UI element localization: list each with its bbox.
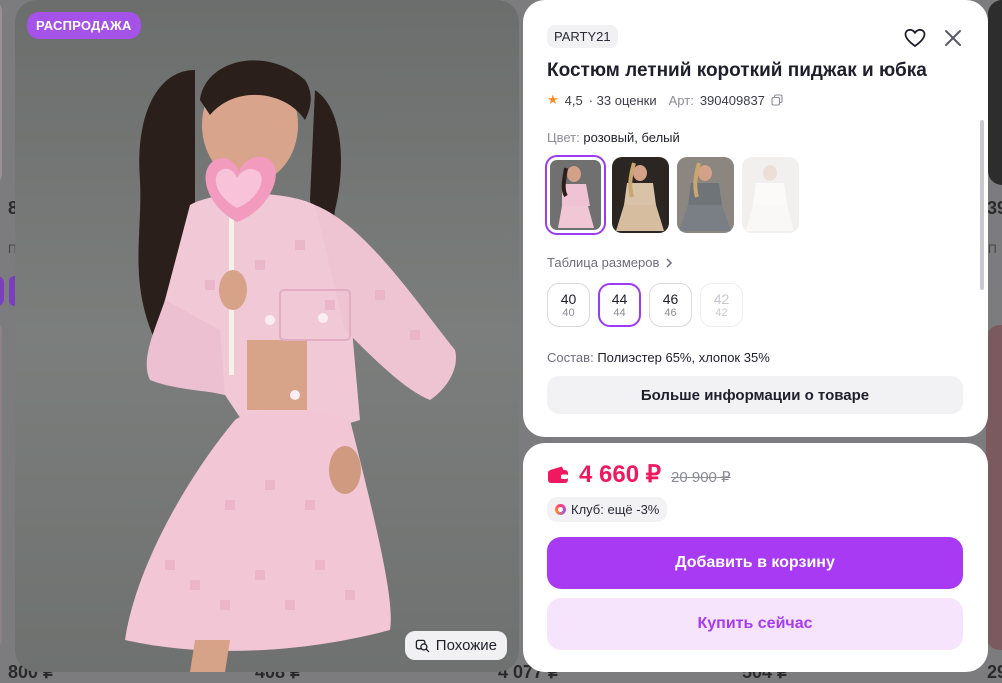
size-option-40[interactable]: 40 40	[547, 283, 590, 327]
star-icon: ★	[547, 92, 559, 107]
product-title: Костюм летний короткий пиджак и юбка	[547, 60, 927, 81]
more-info-button[interactable]: Больше информации о товаре	[547, 376, 963, 414]
wallet-icon	[548, 466, 568, 483]
rating-row: ★ 4,5 · 33 оценки Арт: 390409837	[547, 92, 783, 108]
size-main: 46	[662, 290, 679, 307]
color-label-text: Цвет:	[547, 130, 580, 145]
club-icon	[555, 504, 566, 515]
article-number: 390409837	[699, 92, 765, 108]
composition: Состав: Полиэстер 65%, хлопок 35%	[547, 350, 770, 365]
bg-price: 39	[987, 198, 1002, 218]
rating-value: 4,5	[564, 92, 583, 108]
size-option-44[interactable]: 44 44	[598, 283, 641, 327]
composition-label: Состав:	[547, 350, 594, 365]
add-to-cart-button[interactable]: Добавить в корзину	[547, 537, 963, 589]
bg-product-card	[0, 0, 2, 185]
size-chart-link[interactable]: Таблица размеров	[547, 255, 673, 270]
size-option-42[interactable]: 42 42	[700, 283, 743, 327]
similar-button[interactable]: Похожие	[404, 631, 507, 660]
price-row: 4 660 ₽ 20 900 ₽	[547, 460, 731, 489]
size-main: 40	[560, 290, 577, 307]
size-sub: 44	[613, 306, 626, 319]
favorite-heart-icon[interactable]	[903, 26, 927, 50]
brand-link[interactable]: PARTY21	[547, 25, 618, 48]
scrollbar-thumb[interactable]	[980, 120, 984, 290]
product-photo[interactable]: РАСПРОДАЖА Похожие	[15, 0, 519, 672]
size-sub: 42	[715, 306, 728, 319]
club-discount-chip[interactable]: Клуб: ещё -3%	[547, 497, 668, 522]
bg-product-card	[0, 320, 2, 650]
current-price: 4 660 ₽	[579, 461, 661, 488]
color-swatch-pink[interactable]	[545, 155, 606, 235]
close-icon[interactable]	[941, 26, 965, 50]
color-swatch-white[interactable]	[742, 157, 799, 233]
buy-now-button[interactable]: Купить сейчас	[547, 598, 963, 650]
size-selector: 40 40 44 44 46 46 42 42	[547, 283, 743, 327]
bg-product-card	[988, 0, 1002, 185]
purchase-card: 4 660 ₽ 20 900 ₽ Клуб: ещё -3% Добавить …	[523, 443, 988, 672]
size-main: 44	[611, 290, 628, 307]
scrollbar[interactable]	[980, 120, 984, 290]
copy-icon[interactable]	[771, 94, 783, 106]
color-value: розовый, белый	[583, 130, 680, 145]
size-main: 42	[713, 290, 730, 307]
article-label: Арт:	[668, 92, 694, 108]
sale-badge: РАСПРОДАЖА	[27, 12, 141, 39]
size-sub: 40	[562, 306, 575, 319]
bg-label: П	[988, 242, 997, 256]
size-option-46[interactable]: 46 46	[649, 283, 692, 327]
color-swatch-beige[interactable]	[612, 157, 669, 233]
color-swatches	[545, 155, 799, 235]
size-chart-label: Таблица размеров	[547, 255, 660, 270]
reviews-count[interactable]: · 33 оценки	[589, 93, 657, 108]
bg-product-card	[986, 325, 1002, 650]
old-price: 20 900 ₽	[671, 469, 731, 486]
product-info-card: PARTY21 Костюм летний короткий пиджак и …	[523, 0, 988, 437]
product-photo-illustration	[125, 60, 456, 672]
bg-price: 29	[987, 662, 1002, 682]
club-discount-label: Клуб: ещё -3%	[571, 502, 660, 517]
bg-button	[0, 276, 4, 306]
chevron-right-icon	[666, 257, 673, 268]
color-label: Цвет: розовый, белый	[547, 130, 680, 145]
size-sub: 46	[664, 306, 677, 319]
similar-label: Похожие	[435, 637, 497, 654]
similar-search-icon	[415, 639, 430, 653]
composition-value: Полиэстер 65%, хлопок 35%	[597, 350, 770, 365]
product-quick-view-modal: РАСПРОДАЖА Похожие PARTY21 Костюм летний…	[15, 0, 988, 672]
color-swatch-gray[interactable]	[677, 157, 734, 233]
